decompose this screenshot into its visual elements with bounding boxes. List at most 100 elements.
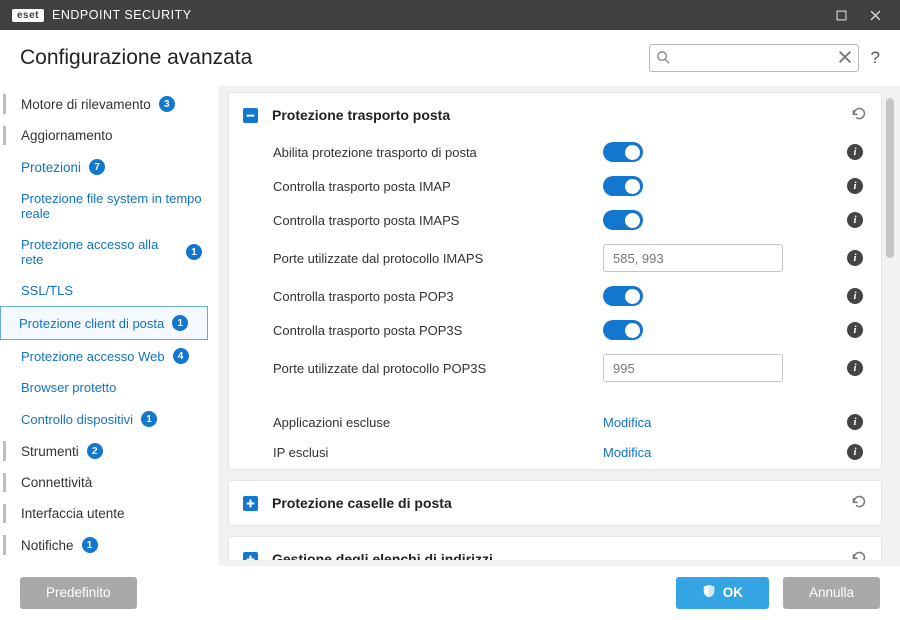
cancel-button-label: Annulla	[809, 585, 854, 600]
info-icon[interactable]: i	[847, 444, 863, 460]
toggle-switch[interactable]	[603, 320, 643, 340]
text-input[interactable]	[603, 244, 783, 272]
window-close-button[interactable]	[858, 0, 892, 30]
sidebar-item-label: Protezione accesso alla rete	[21, 237, 178, 267]
sidebar-marker	[3, 504, 6, 523]
info-icon[interactable]: i	[847, 178, 863, 194]
info-icon[interactable]: i	[847, 322, 863, 338]
search-clear-button[interactable]	[837, 49, 853, 70]
setting-label: Abilita protezione trasporto di posta	[273, 145, 603, 160]
sidebar-marker	[3, 94, 6, 114]
setting-label: Porte utilizzate dal protocollo POP3S	[273, 361, 603, 376]
revert-button[interactable]	[850, 549, 867, 560]
toggle-switch[interactable]	[603, 210, 643, 230]
setting-row: Porte utilizzate dal protocollo IMAPS i	[229, 237, 881, 279]
sidebar-item[interactable]: Notifiche1	[0, 529, 208, 561]
sidebar-subitem[interactable]: SSL/TLS	[0, 275, 208, 306]
setting-label: Controlla trasporto posta IMAPS	[273, 213, 603, 228]
setting-row: IP esclusiModificai	[229, 437, 881, 467]
panel-title: Gestione degli elenchi di indirizzi	[272, 551, 493, 560]
panel-title: Protezione trasporto posta	[272, 107, 450, 123]
setting-row: Abilita protezione trasporto di posta i	[229, 135, 881, 169]
panel-address-lists: Gestione degli elenchi di indirizzi	[228, 536, 882, 560]
sidebar-subitem[interactable]: Protezione file system in tempo reale	[0, 183, 208, 229]
info-icon[interactable]: i	[847, 414, 863, 430]
revert-button[interactable]	[850, 493, 867, 513]
scrollbar[interactable]	[886, 98, 894, 554]
setting-control	[603, 320, 793, 340]
shield-icon	[702, 584, 716, 601]
panel-mail-transport: Protezione trasporto posta Abilita prote…	[228, 92, 882, 470]
setting-label: Applicazioni escluse	[273, 415, 603, 430]
panel-header[interactable]: Protezione caselle di posta	[229, 483, 881, 523]
setting-control	[603, 210, 793, 230]
close-icon	[837, 49, 853, 65]
undo-icon	[850, 493, 867, 510]
sidebar-item[interactable]: Protezioni7	[0, 151, 208, 183]
setting-label: Controlla trasporto posta IMAP	[273, 179, 603, 194]
expand-icon	[243, 496, 258, 511]
undo-icon	[850, 549, 867, 560]
sidebar-item[interactable]: Motore di rilevamento3	[0, 88, 208, 120]
page-title: Configurazione avanzata	[20, 46, 252, 70]
scrollbar-thumb[interactable]	[886, 98, 894, 258]
sidebar-marker	[3, 473, 6, 492]
sidebar-item[interactable]: Strumenti 2	[0, 435, 208, 467]
help-button[interactable]: ?	[871, 48, 880, 68]
count-badge: 1	[186, 244, 202, 260]
sidebar-item[interactable]: Interfaccia utente	[0, 498, 208, 529]
sidebar-item-label: Controllo dispositivi	[21, 412, 133, 427]
sidebar-subitem[interactable]: Protezione accesso Web4	[0, 340, 208, 372]
panel-mailbox-protection: Protezione caselle di posta	[228, 480, 882, 526]
panel-header[interactable]: Gestione degli elenchi di indirizzi	[229, 539, 881, 560]
info-icon[interactable]: i	[847, 212, 863, 228]
edit-link[interactable]: Modifica	[603, 445, 651, 460]
sidebar-item-label: Notifiche	[21, 538, 74, 553]
header: Configurazione avanzata ?	[0, 30, 900, 86]
text-input[interactable]	[603, 354, 783, 382]
info-icon[interactable]: i	[847, 360, 863, 376]
toggle-switch[interactable]	[603, 176, 643, 196]
setting-control	[603, 244, 793, 272]
panel-header[interactable]: Protezione trasporto posta	[229, 95, 881, 135]
sidebar-subitem[interactable]: Protezione client di posta1	[0, 306, 208, 340]
sidebar: Motore di rilevamento3 Aggiornamento Prote…	[0, 86, 218, 566]
search-icon	[656, 50, 671, 70]
edit-link[interactable]: Modifica	[603, 415, 651, 430]
brand-badge: eset	[12, 9, 44, 22]
count-badge: 4	[173, 348, 189, 364]
footer: Predefinito OK Annulla	[0, 566, 900, 618]
setting-control	[603, 354, 793, 382]
info-icon[interactable]: i	[847, 250, 863, 266]
default-button[interactable]: Predefinito	[20, 577, 137, 609]
sidebar-subitem[interactable]: Controllo dispositivi 1	[0, 403, 208, 435]
setting-row: Applicazioni escluseModifica i	[229, 407, 881, 437]
sidebar-subitem[interactable]: Protezione accesso alla rete 1	[0, 229, 208, 275]
sidebar-item[interactable]: Connettività	[0, 467, 208, 498]
ok-button[interactable]: OK	[676, 577, 769, 609]
sidebar-item-label: Aggiornamento	[21, 128, 113, 143]
toggle-switch[interactable]	[603, 286, 643, 306]
setting-row: Porte utilizzate dal protocollo POP3S i	[229, 347, 881, 389]
toggle-switch[interactable]	[603, 142, 643, 162]
count-badge: 1	[172, 315, 188, 331]
sidebar-marker	[3, 535, 6, 555]
count-badge: 2	[87, 443, 103, 459]
setting-control: Modifica	[603, 445, 793, 460]
setting-control: Modifica	[603, 415, 793, 430]
setting-row: Controlla trasporto posta IMAP i	[229, 169, 881, 203]
sidebar-item[interactable]: Aggiornamento	[0, 120, 208, 151]
window-maximize-button[interactable]	[824, 0, 858, 30]
search-input[interactable]	[649, 44, 859, 72]
count-badge: 7	[89, 159, 105, 175]
sidebar-subitem[interactable]: Browser protetto	[0, 372, 208, 403]
revert-button[interactable]	[850, 105, 867, 125]
info-icon[interactable]: i	[847, 144, 863, 160]
searchbox	[649, 44, 859, 72]
cancel-button[interactable]: Annulla	[783, 577, 880, 609]
count-badge: 1	[141, 411, 157, 427]
brand-text: ENDPOINT SECURITY	[52, 8, 192, 22]
info-icon[interactable]: i	[847, 288, 863, 304]
sidebar-item-label: Strumenti	[21, 444, 79, 459]
setting-label: Porte utilizzate dal protocollo IMAPS	[273, 251, 603, 266]
